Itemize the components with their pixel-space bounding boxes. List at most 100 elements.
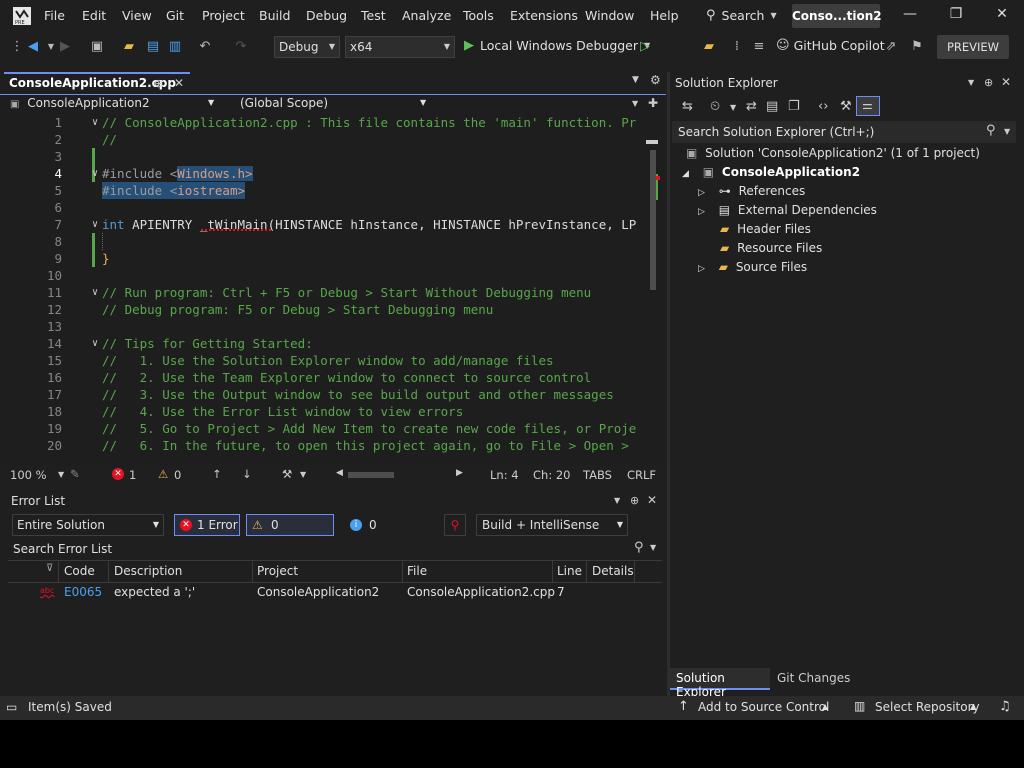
- history-icon[interactable]: ⏲: [710, 99, 720, 114]
- new-project-icon[interactable]: ▣: [88, 38, 106, 56]
- preview-button[interactable]: PREVIEW: [937, 35, 1009, 59]
- line-ending[interactable]: CRLF: [627, 468, 656, 482]
- column-filter-icon[interactable]: ⊽: [46, 563, 53, 574]
- solution-explorer-search-input[interactable]: Search Solution Explorer (Ctrl+;) ⚲ ▼: [672, 121, 1016, 143]
- search-button[interactable]: ⚲ Search ▼: [706, 8, 777, 23]
- column-header-line[interactable]: Line: [557, 564, 582, 578]
- next-issue-icon[interactable]: ↓: [242, 467, 252, 481]
- platform-select[interactable]: x64 ▼: [345, 36, 455, 58]
- menu-view[interactable]: View: [122, 8, 152, 23]
- tree-item-resource-files[interactable]: ▰ Resource Files: [720, 241, 822, 255]
- save-all-icon[interactable]: ▥: [166, 38, 184, 56]
- column-header-code[interactable]: Code: [64, 564, 95, 578]
- split-window-icon[interactable]: ✚: [648, 96, 658, 110]
- scroll-right-icon[interactable]: ▶: [456, 468, 463, 478]
- collapsed-arrow-icon[interactable]: ▷: [698, 264, 705, 274]
- menu-debug[interactable]: Debug: [306, 8, 347, 23]
- align-icon[interactable]: ≡: [750, 38, 768, 56]
- panel-dropdown-icon[interactable]: ▼: [614, 496, 620, 505]
- folder-view-icon[interactable]: ▰: [700, 38, 718, 56]
- menu-window[interactable]: Window: [585, 8, 634, 23]
- warnings-filter-button[interactable]: ⚠ 0 Warnings: [246, 514, 334, 552]
- warning-count[interactable]: 0: [174, 468, 181, 482]
- tree-item-project[interactable]: ◢ ▣ ConsoleApplication2: [682, 165, 860, 179]
- tree-item-source-files[interactable]: ▷ ▰ Source Files: [698, 260, 807, 274]
- view-code-icon[interactable]: ‹›: [818, 99, 828, 114]
- share-icon[interactable]: ⇗: [882, 38, 900, 56]
- editor-vertical-scrollbar[interactable]: [646, 130, 660, 460]
- menu-analyze[interactable]: Analyze: [402, 8, 451, 23]
- fold-icon[interactable]: ∨: [92, 335, 98, 352]
- tab-solution-explorer[interactable]: Solution Explorer: [670, 668, 770, 699]
- scope-navigation-combo[interactable]: (Global Scope) ▼: [240, 96, 430, 114]
- chevron-down-icon[interactable]: ▼: [300, 470, 306, 479]
- chevron-up-icon[interactable]: ▲: [970, 702, 976, 711]
- horizontal-scrollbar-thumb[interactable]: [348, 472, 394, 478]
- start-without-debugging-icon[interactable]: ▷: [636, 38, 654, 56]
- tree-item-references[interactable]: ▷ ⊶ References: [698, 184, 805, 198]
- sync-icon[interactable]: ⇆: [682, 99, 693, 114]
- github-copilot-button[interactable]: ☺ GitHub Copilot: [776, 38, 885, 53]
- fold-icon[interactable]: ∨: [92, 284, 98, 301]
- menu-file[interactable]: File: [44, 8, 65, 23]
- column-header-project[interactable]: Project: [257, 564, 298, 578]
- column-header-description[interactable]: Description: [114, 564, 182, 578]
- fold-icon[interactable]: ∨: [92, 216, 98, 233]
- previous-issue-icon[interactable]: ↑: [212, 467, 222, 481]
- undo-icon[interactable]: ↶: [196, 38, 214, 56]
- menu-test[interactable]: Test: [361, 8, 386, 23]
- menu-help[interactable]: Help: [650, 8, 679, 23]
- show-all-files-icon[interactable]: ❐: [788, 99, 800, 114]
- close-tab-icon[interactable]: ✕: [174, 76, 184, 90]
- member-dropdown-icon[interactable]: ▼: [632, 99, 638, 108]
- pin-icon[interactable]: ⊕: [630, 494, 639, 507]
- expanded-arrow-icon[interactable]: ◢: [682, 169, 689, 179]
- indent-mode[interactable]: TABS: [583, 468, 612, 482]
- menu-tools[interactable]: Tools: [463, 8, 494, 23]
- close-panel-icon[interactable]: ✕: [1001, 75, 1011, 89]
- properties-wrench-icon[interactable]: ⚒: [840, 99, 852, 114]
- tab-list-dropdown-icon[interactable]: ▼: [632, 75, 639, 85]
- menu-edit[interactable]: Edit: [82, 8, 106, 23]
- close-panel-icon[interactable]: ✕: [647, 493, 657, 507]
- column-header-details[interactable]: Details: [592, 564, 634, 578]
- errors-filter-button[interactable]: ✕ 1 Error: [174, 514, 240, 536]
- switch-view-icon[interactable]: ⇄: [746, 99, 757, 114]
- fold-icon[interactable]: ∨: [92, 165, 98, 182]
- column-indicator[interactable]: Ch: 20: [533, 468, 570, 482]
- minimize-icon[interactable]: —: [900, 6, 920, 26]
- tree-item-solution[interactable]: ▣ Solution 'ConsoleApplication2' (1 of 1…: [686, 146, 980, 160]
- line-indicator[interactable]: Ln: 4: [490, 468, 519, 482]
- tab-consoleapplication2-cpp[interactable]: ConsoleApplication2.cpp ⊕ ✕: [4, 72, 190, 94]
- redo-icon[interactable]: ↷: [232, 38, 250, 56]
- error-scope-select[interactable]: Entire Solution ▼: [12, 514, 164, 536]
- close-window-icon[interactable]: ✕: [992, 6, 1012, 26]
- project-navigation-combo[interactable]: ▣ ConsoleApplication2 ▼: [10, 96, 216, 114]
- restore-icon[interactable]: ❐: [946, 6, 966, 26]
- menu-project[interactable]: Project: [202, 8, 245, 23]
- tree-item-header-files[interactable]: ▰ Header Files: [720, 222, 811, 236]
- collapsed-arrow-icon[interactable]: ▷: [698, 188, 705, 198]
- scrollbar-thumb[interactable]: [650, 150, 656, 290]
- column-header-file[interactable]: File: [407, 564, 427, 578]
- cleanup-icon[interactable]: ⚒: [282, 467, 292, 481]
- open-folder-icon[interactable]: ▰: [120, 38, 138, 56]
- scroll-left-icon[interactable]: ◀: [336, 468, 343, 478]
- messages-filter-button[interactable]: i 0 Messages: [344, 514, 436, 552]
- panel-dropdown-icon[interactable]: ▼: [968, 78, 974, 87]
- chevron-up-icon[interactable]: ▲: [822, 702, 828, 711]
- panel-splitter[interactable]: [667, 72, 670, 696]
- build-filter-select[interactable]: Build + IntelliSense ▼: [476, 514, 628, 536]
- intellicode-icon[interactable]: ✎: [70, 467, 80, 481]
- feedback-icon[interactable]: ⚑: [908, 38, 926, 56]
- forward-icon[interactable]: ▶: [56, 38, 74, 56]
- select-repository-button[interactable]: Select Repository: [875, 700, 980, 714]
- breakpoint-icon[interactable]: ⁞: [728, 38, 746, 56]
- start-debugging-button[interactable]: ▶ Local Windows Debugger ▼: [464, 38, 650, 53]
- back-icon[interactable]: ◀: [24, 38, 42, 56]
- chevron-down-icon[interactable]: ▼: [730, 103, 736, 112]
- collapse-all-icon[interactable]: ▤: [766, 99, 778, 114]
- table-row[interactable]: abc E0065 expected a ';' ConsoleApplicat…: [8, 584, 662, 602]
- collapsed-arrow-icon[interactable]: ▷: [698, 207, 705, 217]
- menu-git[interactable]: Git: [166, 8, 184, 23]
